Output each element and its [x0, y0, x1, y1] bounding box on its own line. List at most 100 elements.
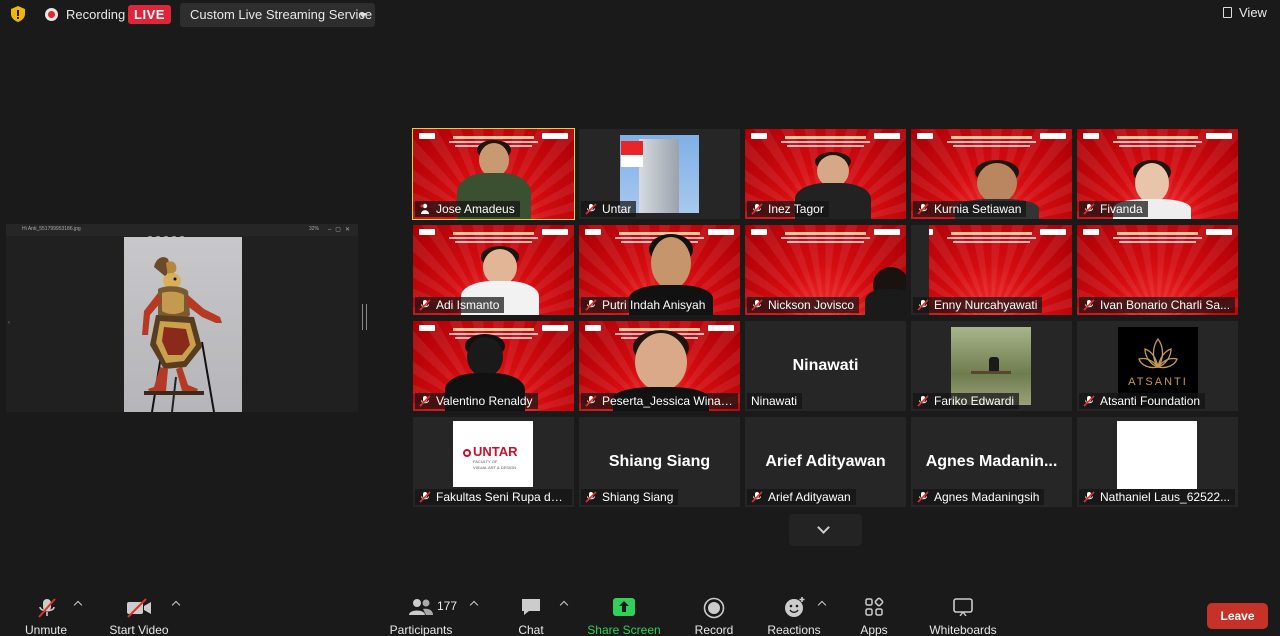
- microphone-muted-icon: [585, 395, 597, 407]
- participant-name-label: Fivanda: [1079, 201, 1148, 217]
- unmute-label: Unmute: [24, 623, 68, 636]
- leave-meeting-button[interactable]: Leave: [1207, 603, 1268, 629]
- atsanti-logo-text: ATSANTI: [1128, 376, 1188, 388]
- participants-button[interactable]: Participants: [386, 590, 456, 636]
- microphone-muted-icon: [1083, 299, 1095, 311]
- security-shield-icon[interactable]: [11, 6, 25, 22]
- participant-name-label: Valentino Renaldy: [415, 393, 538, 409]
- participant-display-name: Arief Adityawan: [765, 453, 886, 470]
- prev-image-icon: ‹: [8, 320, 10, 326]
- participant-tile[interactable]: Arief Adityawan Arief Adityawan: [745, 417, 906, 507]
- apps-label: Apps: [860, 623, 888, 636]
- shared-file-title: Hi Anti_551799953186.jpg: [22, 226, 81, 232]
- recording-label: Recording: [66, 7, 126, 22]
- recording-icon[interactable]: [45, 8, 58, 21]
- participant-tile[interactable]: Valentino Renaldy: [413, 321, 574, 411]
- chat-options-caret-icon[interactable]: [559, 600, 569, 610]
- share-screen-label: Share Screen: [587, 623, 661, 636]
- start-video-label: Start Video: [109, 623, 169, 636]
- participant-tile[interactable]: UNTAR FACULTY OF VISUAL ART & DESIGN Fakult…: [413, 417, 574, 507]
- participant-name-label: Nickson Jovisco: [747, 297, 860, 313]
- view-button[interactable]: View: [1217, 3, 1272, 23]
- participant-name-label: Nathaniel Laus_62522...: [1079, 489, 1236, 505]
- participant-name-label: Ninawati: [747, 393, 803, 409]
- gallery-next-page-button[interactable]: [789, 514, 862, 546]
- wayang-puppet-illustration: [142, 257, 222, 412]
- shared-image-viewer-toolbar: Hi Anti_551799953186.jpg 32% –▢✕: [6, 224, 358, 240]
- participant-tile[interactable]: Putri Indah Anisyah: [579, 225, 740, 315]
- participant-count: 177: [437, 599, 458, 613]
- apps-button[interactable]: Apps: [852, 590, 896, 636]
- reactions-button[interactable]: Reactions: [764, 590, 824, 636]
- participant-tile[interactable]: Kurnia Setiawan: [911, 129, 1072, 219]
- live-stream-service-dropdown[interactable]: Custom Live Streaming Service: [180, 3, 375, 27]
- whiteboards-button[interactable]: Whiteboards: [924, 590, 1002, 636]
- participant-tile[interactable]: Inez Tagor: [745, 129, 906, 219]
- record-button[interactable]: Record: [686, 590, 742, 636]
- stream-service-label: Custom Live Streaming Service: [190, 7, 373, 22]
- participants-options-caret-icon[interactable]: [469, 600, 479, 610]
- chat-button[interactable]: Chat: [506, 590, 556, 636]
- meeting-controls-toolbar: Unmute Start Video Participants 177 Chat…: [0, 590, 1280, 636]
- microphone-muted-icon: [1083, 491, 1095, 503]
- participant-name-label: Jose Amadeus: [415, 201, 520, 217]
- participant-tile[interactable]: Agnes Madanin... Agnes Madaningsih: [911, 417, 1072, 507]
- participant-tile[interactable]: Ivan Bonario Charli Sa...: [1077, 225, 1238, 315]
- participant-tile[interactable]: Nathaniel Laus_62522...: [1077, 417, 1238, 507]
- apps-icon: [865, 597, 884, 616]
- whiteboard-icon: [953, 598, 973, 616]
- chat-label: Chat: [518, 623, 544, 636]
- participant-name: Kurnia Setiawan: [934, 202, 1022, 216]
- microphone-muted-icon: [419, 395, 431, 407]
- participant-tile[interactable]: Peserta_Jessica Winar_...: [579, 321, 740, 411]
- chat-bubble-icon: [522, 599, 540, 615]
- participant-name: Putri Indah Anisyah: [602, 298, 706, 312]
- microphone-muted-icon: [585, 491, 597, 503]
- untar-faculty-text-2: VISUAL ART & DESIGN: [473, 465, 517, 470]
- participant-name-label: Enny Nurcahyawati: [913, 297, 1043, 313]
- unmute-button[interactable]: Unmute: [14, 590, 78, 636]
- participant-tile[interactable]: ATSANTI Atsanti Foundation: [1077, 321, 1238, 411]
- microphone-muted-icon: [917, 299, 929, 311]
- microphone-muted-icon: [1083, 395, 1095, 407]
- participant-name-label: Untar: [581, 201, 637, 217]
- share-screen-button[interactable]: Share Screen: [586, 590, 662, 636]
- participant-name-label: Agnes Madaningsih: [913, 489, 1045, 505]
- participant-name-label: Atsanti Foundation: [1079, 393, 1206, 409]
- participant-tile[interactable]: Fariko Edwardi: [911, 321, 1072, 411]
- participant-display-name: Shiang Siang: [608, 453, 711, 470]
- record-icon: [703, 597, 725, 619]
- participant-tile[interactable]: Adi Ismanto: [413, 225, 574, 315]
- untar-logo-text: UNTAR: [473, 444, 518, 459]
- split-view-divider-handle[interactable]: [362, 304, 367, 330]
- participant-tile[interactable]: Untar: [579, 129, 740, 219]
- participant-tile[interactable]: Jose Amadeus: [412, 128, 575, 220]
- participant-name-label: Adi Ismanto: [415, 297, 505, 313]
- participant-display-name: Ninawati: [792, 357, 859, 374]
- participant-tile[interactable]: Nickson Jovisco: [745, 225, 906, 315]
- participant-name: Arief Adityawan: [768, 490, 851, 504]
- viewer-zoom: 32%: [309, 226, 320, 232]
- participant-name: Valentino Renaldy: [436, 394, 533, 408]
- participant-name: Nickson Jovisco: [768, 298, 855, 312]
- live-badge[interactable]: LIVE: [128, 5, 171, 24]
- participant-name-label: Fariko Edwardi: [913, 393, 1020, 409]
- start-video-button[interactable]: Start Video: [104, 590, 174, 636]
- participant-tile[interactable]: Fivanda: [1077, 129, 1238, 219]
- microphone-muted-icon: [38, 598, 56, 618]
- shared-screen[interactable]: Hi Anti_551799953186.jpg 32% –▢✕ ‹: [6, 224, 358, 412]
- participant-tile[interactable]: Enny Nurcahyawati: [911, 225, 1072, 315]
- participant-name: Agnes Madaningsih: [934, 490, 1040, 504]
- participant-tile[interactable]: Ninawati Ninawati: [745, 321, 906, 411]
- participant-name: Adi Ismanto: [436, 298, 500, 312]
- participant-name: Untar: [602, 202, 632, 216]
- participant-tile[interactable]: Shiang Siang Shiang Siang: [579, 417, 740, 507]
- participant-name: Ivan Bonario Charli Sa...: [1100, 298, 1231, 312]
- participant-name: Inez Tagor: [768, 202, 824, 216]
- wayang-puppet-image: [124, 237, 242, 412]
- participant-display-name: Agnes Madanin...: [925, 453, 1058, 470]
- microphone-muted-icon: [751, 491, 763, 503]
- participants-icon: [409, 599, 433, 615]
- participant-name-label: Peserta_Jessica Winar_...: [581, 393, 738, 409]
- participant-name: Fakultas Seni Rupa da...: [436, 490, 567, 504]
